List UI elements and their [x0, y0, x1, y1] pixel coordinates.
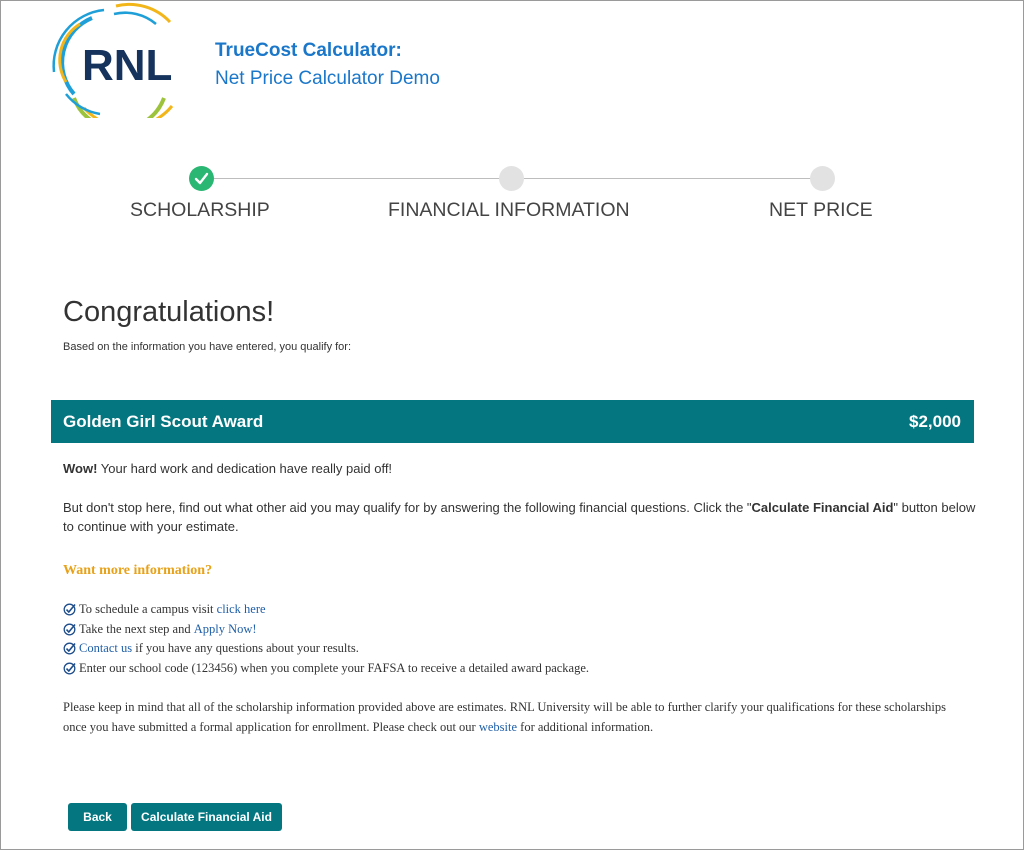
campus-visit-link[interactable]: click here [217, 602, 266, 617]
list-item-text: Take the next step and [79, 621, 194, 636]
list-item: Contact us if you have any questions abo… [63, 639, 589, 659]
award-name: Golden Girl Scout Award [63, 412, 264, 431]
checkmark-circle-icon [63, 623, 76, 636]
list-item: To schedule a campus visit click here [63, 600, 589, 620]
step-connector [214, 178, 502, 179]
step-scholarship-label: SCHOLARSHIP [130, 199, 270, 221]
check-icon [194, 172, 209, 185]
checkmark-circle-icon [63, 662, 76, 675]
list-item: Take the next step and Apply Now! [63, 620, 589, 640]
step-financial-label: FINANCIAL INFORMATION [388, 199, 630, 221]
step-netprice-label: NET PRICE [769, 199, 873, 221]
step-scholarship-indicator [189, 166, 214, 191]
continue-text-bold: Calculate Financial Aid [751, 500, 894, 515]
continue-text-before: But don't stop here, find out what other… [63, 500, 752, 515]
rnl-logo: RNL [44, 2, 194, 132]
award-banner: Golden Girl Scout Award $2,000 [51, 400, 974, 443]
list-item: Enter our school code (123456) when you … [63, 659, 589, 679]
more-info-list: To schedule a campus visit click here Ta… [63, 600, 589, 678]
back-button[interactable]: Back [68, 803, 127, 831]
wow-bold: Wow! [63, 461, 98, 476]
checkmark-circle-icon [63, 642, 76, 655]
step-connector [524, 178, 812, 179]
disclaimer-text: Please keep in mind that all of the scho… [63, 697, 963, 737]
award-amount: $2,000 [909, 412, 961, 431]
apply-now-link[interactable]: Apply Now! [194, 622, 257, 637]
list-item-text: To schedule a campus visit [79, 602, 217, 617]
app-title: TrueCost Calculator: [215, 40, 402, 61]
more-info-heading: Want more information? [63, 563, 213, 578]
disclaimer-after: for additional information. [517, 720, 654, 734]
wow-text: Your hard work and dedication have reall… [97, 461, 393, 476]
checkmark-circle-icon [63, 603, 76, 616]
step-netprice-indicator [810, 166, 835, 191]
qualify-intro: Based on the information you have entere… [63, 341, 352, 353]
calculate-financial-aid-button[interactable]: Calculate Financial Aid [131, 803, 282, 831]
logo-text: RNL [82, 41, 172, 90]
wow-message: Wow! Your hard work and dedication have … [63, 461, 392, 476]
list-item-text: Enter our school code (123456) when you … [79, 660, 590, 675]
page-heading: Congratulations! [63, 296, 275, 328]
step-financial-indicator [499, 166, 524, 191]
website-link[interactable]: website [479, 720, 517, 734]
continue-message: But don't stop here, find out what other… [63, 498, 978, 536]
list-item-text: if you have any questions about your res… [132, 641, 359, 656]
contact-us-link[interactable]: Contact us [79, 641, 132, 656]
app-subtitle: Net Price Calculator Demo [215, 68, 440, 89]
